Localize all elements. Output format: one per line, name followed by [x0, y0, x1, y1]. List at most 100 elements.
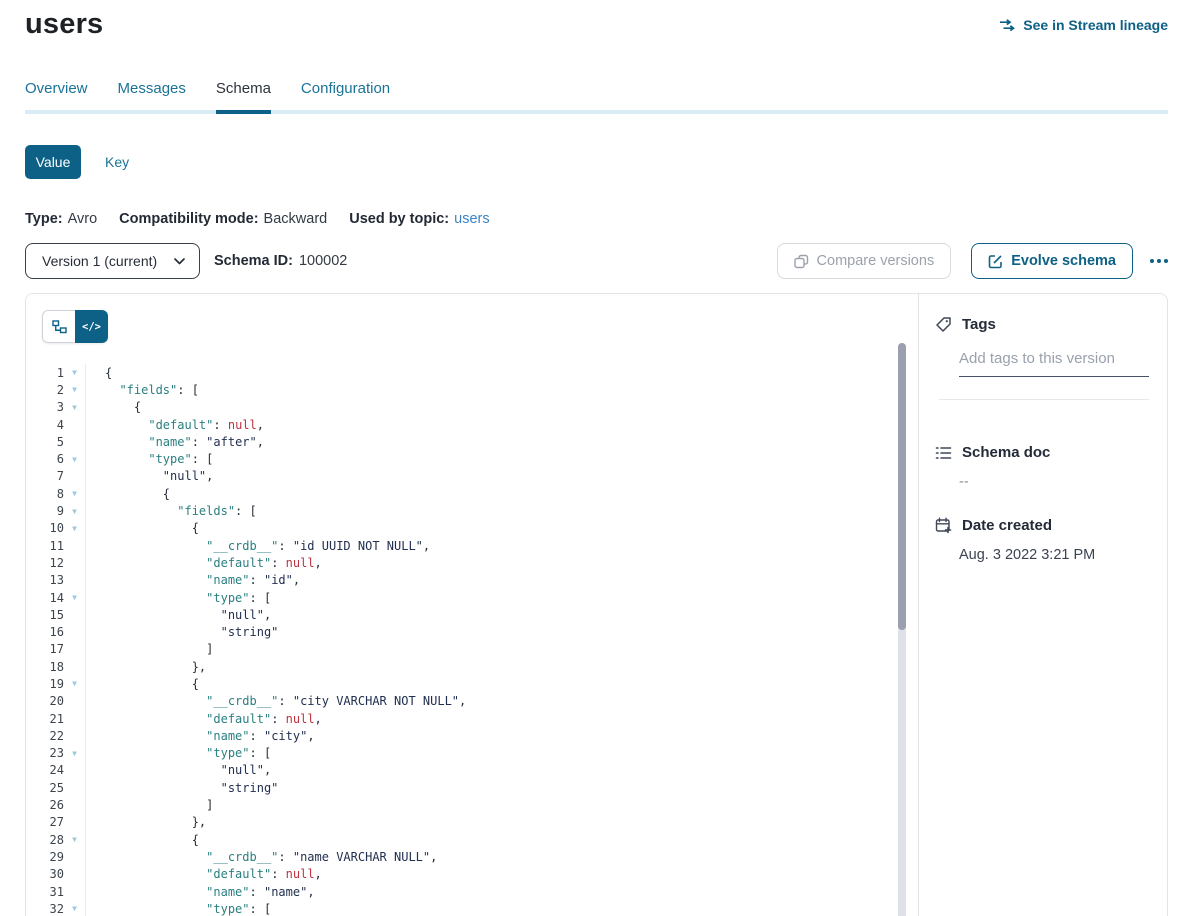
code-text: ] [85, 641, 213, 658]
chevron-down-icon [174, 258, 185, 265]
code-text: { [85, 520, 199, 537]
sidebar-divider [939, 399, 1149, 400]
code-line: 29 "__crdb__": "name VARCHAR NULL", [26, 848, 918, 865]
code-text: }, [85, 658, 206, 675]
date-created-title: Date created [962, 517, 1052, 534]
tree-view-button[interactable] [42, 310, 75, 343]
code-line: 23▼ "type": [ [26, 745, 918, 762]
code-line: 28▼ { [26, 831, 918, 848]
line-number: 20 [26, 694, 64, 708]
fold-toggle-icon[interactable]: ▼ [64, 679, 85, 688]
meta-item: Compatibility mode: Backward [119, 211, 327, 227]
line-number: 6 [26, 452, 64, 466]
schema-doc-header: Schema doc [919, 444, 1167, 461]
schema-code-panel: </> 1▼{2▼ "fields": [3▼ {4 "default": nu… [26, 294, 919, 916]
fold-toggle-icon[interactable]: ▼ [64, 489, 85, 498]
code-line: 6▼ "type": [ [26, 450, 918, 467]
tab-overview[interactable]: Overview [25, 80, 88, 110]
fold-toggle-icon[interactable]: ▼ [64, 507, 85, 516]
line-number: 14 [26, 591, 64, 605]
code-line: 25 "string" [26, 779, 918, 796]
code-line: 10▼ { [26, 520, 918, 537]
fold-toggle-icon[interactable]: ▼ [64, 593, 85, 602]
line-number: 25 [26, 781, 64, 795]
code-text: { [85, 364, 112, 381]
code-text: "default": null, [85, 554, 322, 571]
code-text: "__crdb__": "name VARCHAR NULL", [85, 848, 437, 865]
line-number: 22 [26, 729, 64, 743]
code-line: 4 "default": null, [26, 416, 918, 433]
code-line: 16 "string" [26, 623, 918, 640]
code-text: "default": null, [85, 710, 322, 727]
fold-toggle-icon[interactable]: ▼ [64, 403, 85, 412]
meta-label: Compatibility mode: [119, 211, 258, 227]
code-line: 9▼ "fields": [ [26, 502, 918, 519]
code-text: "type": [ [85, 900, 271, 916]
code-line: 2▼ "fields": [ [26, 381, 918, 398]
stream-lineage-link[interactable]: See in Stream lineage [999, 17, 1168, 33]
line-number: 30 [26, 867, 64, 881]
line-number: 11 [26, 539, 64, 553]
code-line: 32▼ "type": [ [26, 900, 918, 916]
code-view-button[interactable]: </> [75, 310, 108, 343]
tab-messages[interactable]: Messages [118, 80, 186, 110]
code-text: }, [85, 814, 206, 831]
code-text: "__crdb__": "id UUID NOT NULL", [85, 537, 430, 554]
key-toggle-button[interactable]: Key [105, 154, 129, 170]
code-line: 13 "name": "id", [26, 572, 918, 589]
code-text: "name": "name", [85, 883, 315, 900]
tab-schema[interactable]: Schema [216, 80, 271, 114]
code-text: "name": "after", [85, 433, 264, 450]
fold-toggle-icon[interactable]: ▼ [64, 385, 85, 394]
code-line: 7 "null", [26, 468, 918, 485]
date-created-value: Aug. 3 2022 3:21 PM [959, 547, 1151, 563]
tab-configuration[interactable]: Configuration [301, 80, 390, 110]
line-number: 24 [26, 763, 64, 777]
fold-toggle-icon[interactable]: ▼ [64, 749, 85, 758]
line-number: 7 [26, 469, 64, 483]
code-text: ] [85, 796, 213, 813]
schema-doc-title: Schema doc [962, 444, 1050, 461]
code-text: "type": [ [85, 589, 271, 606]
code-line: 15 "null", [26, 606, 918, 623]
value-toggle-button[interactable]: Value [25, 145, 81, 179]
code-text: { [85, 675, 199, 692]
meta-value: Backward [264, 211, 328, 227]
schema-id-label: Schema ID: [214, 253, 293, 269]
fold-toggle-icon[interactable]: ▼ [64, 368, 85, 377]
code-line: 18 }, [26, 658, 918, 675]
fold-toggle-icon[interactable]: ▼ [64, 524, 85, 533]
fold-toggle-icon[interactable]: ▼ [64, 904, 85, 913]
tree-view-icon [52, 320, 67, 334]
code-line: 31 "name": "name", [26, 883, 918, 900]
tags-section-header: Tags [919, 316, 1167, 333]
topic-link[interactable]: users [454, 211, 489, 227]
meta-item: Type:Avro [25, 211, 97, 227]
line-number: 26 [26, 798, 64, 812]
evolve-schema-button[interactable]: Evolve schema [971, 243, 1133, 279]
schema-part-toggle: Value Key [25, 145, 1168, 179]
scrollbar-track[interactable] [898, 343, 906, 916]
more-actions-button[interactable] [1150, 259, 1168, 263]
compare-versions-button[interactable]: Compare versions [777, 243, 952, 279]
line-number: 1 [26, 366, 64, 380]
tags-title: Tags [962, 316, 996, 333]
code-text: { [85, 485, 170, 502]
fold-toggle-icon[interactable]: ▼ [64, 835, 85, 844]
schema-id: Schema ID: 100002 [214, 253, 347, 269]
schema-page: users See in Stream lineage Overview Mess… [0, 0, 1189, 916]
calendar-add-icon [935, 517, 952, 534]
scrollbar-thumb[interactable] [898, 343, 906, 630]
add-tags-input[interactable] [959, 346, 1149, 377]
version-select[interactable]: Version 1 (current) [25, 243, 200, 279]
line-number: 8 [26, 487, 64, 501]
line-number: 18 [26, 660, 64, 674]
line-number: 13 [26, 573, 64, 587]
line-number: 28 [26, 833, 64, 847]
code-text: "null", [85, 468, 213, 485]
meta-label: Type: [25, 211, 63, 227]
code-lines: 1▼{2▼ "fields": [3▼ {4 "default": null,5… [26, 294, 918, 916]
fold-toggle-icon[interactable]: ▼ [64, 455, 85, 464]
schema-meta: Type:AvroCompatibility mode:BackwardUsed… [25, 211, 1168, 227]
line-number: 29 [26, 850, 64, 864]
